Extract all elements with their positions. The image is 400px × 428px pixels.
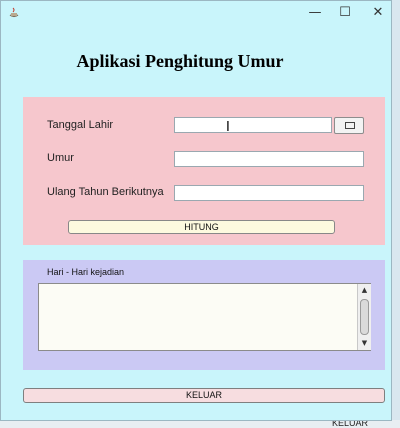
scroll-thumb[interactable] <box>360 299 369 335</box>
text-cursor-icon: I <box>226 120 230 135</box>
minimize-button[interactable]: — <box>300 3 330 23</box>
scroll-down-icon[interactable]: ▼ <box>360 339 369 348</box>
date-picker-button[interactable] <box>334 117 364 134</box>
scroll-up-icon[interactable]: ▲ <box>360 286 369 295</box>
events-textarea[interactable] <box>38 283 371 351</box>
calculate-button[interactable]: HITUNG <box>68 220 335 234</box>
next-birthday-label: Ulang Tahun Berikutnya <box>47 186 164 198</box>
events-label: Hari - Hari kejadian <box>47 267 125 277</box>
java-app-icon <box>9 7 19 18</box>
next-birthday-field[interactable] <box>174 185 364 201</box>
close-button[interactable]: ✕ <box>363 3 393 23</box>
title-bar[interactable]: — ☐ ✕ <box>1 1 391 26</box>
birth-date-field[interactable] <box>174 117 332 133</box>
calendar-icon <box>345 122 355 129</box>
app-heading: Aplikasi Penghitung Umur <box>76 51 284 71</box>
background-app <box>391 0 400 428</box>
age-field[interactable] <box>174 151 364 167</box>
events-scrollbar[interactable]: ▲ ▼ <box>357 284 371 350</box>
age-label: Umur <box>47 152 74 164</box>
birth-date-label: Tanggal Lahir <box>47 119 114 131</box>
exit-button[interactable]: KELUAR <box>23 388 385 403</box>
maximize-button[interactable]: ☐ <box>330 3 360 23</box>
